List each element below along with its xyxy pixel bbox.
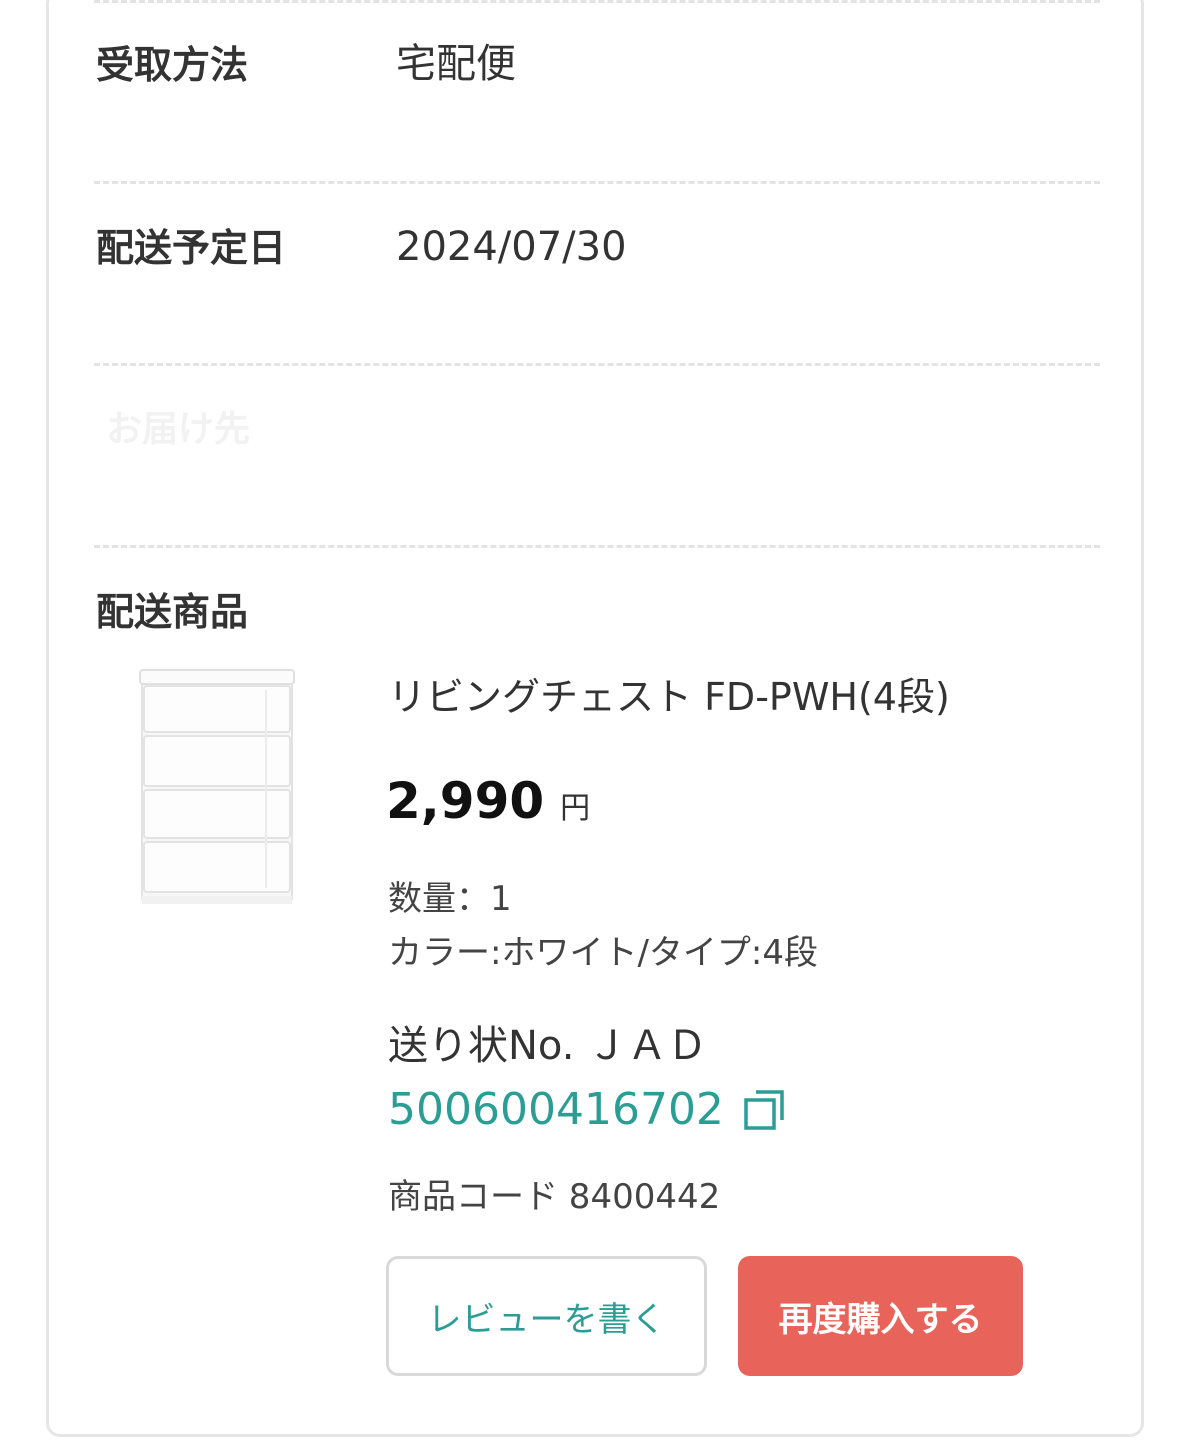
- product-image[interactable]: [136, 668, 296, 908]
- divider: [94, 0, 1100, 3]
- copy-icon[interactable]: [742, 1088, 786, 1132]
- write-review-button[interactable]: レビューを書く: [386, 1256, 707, 1376]
- delivery-date-label: 配送予定日: [96, 226, 287, 270]
- write-review-label: レビューを書く: [427, 1299, 666, 1340]
- divider: [94, 545, 1100, 548]
- variant-info: カラー:ホワイト/タイプ:4段: [388, 933, 818, 973]
- tracking-number-link[interactable]: 500600416702: [388, 1088, 724, 1132]
- product-name[interactable]: リビングチェスト FD-PWH(4段): [388, 678, 950, 716]
- tracking-label: 送り状No. ＪＡＤ: [388, 1023, 708, 1069]
- receipt-method-label: 受取方法: [96, 43, 249, 87]
- delivery-date-value: 2024/07/30: [396, 224, 627, 270]
- price-currency: 円: [560, 791, 591, 826]
- product-code: 商品コード 8400442: [388, 1177, 721, 1217]
- rebuy-button[interactable]: 再度購入する: [738, 1256, 1023, 1376]
- faded-row-label: お届け先: [106, 409, 251, 450]
- price-row: 2,990 円: [386, 776, 590, 827]
- rebuy-label: 再度購入する: [778, 1299, 983, 1340]
- product-price: 2,990: [386, 772, 545, 830]
- quantity: 数量：1: [388, 879, 512, 919]
- divider: [94, 363, 1100, 366]
- receipt-method-value: 宅配便: [396, 41, 516, 87]
- divider: [94, 181, 1100, 184]
- shipped-items-label: 配送商品: [96, 590, 249, 634]
